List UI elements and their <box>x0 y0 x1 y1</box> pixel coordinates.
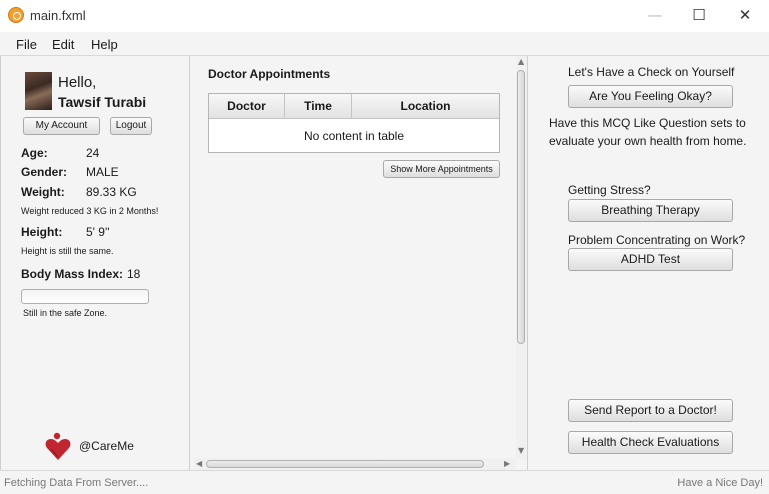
concentration-label: Problem Concentrating on Work? <box>568 233 746 247</box>
height-label: Height: <box>21 225 63 239</box>
checkup-panel: Let's Have a Check on Yourself Are You F… <box>533 56 769 470</box>
status-message: Fetching Data From Server.... <box>4 477 149 489</box>
vertical-scroll-thumb[interactable] <box>517 70 525 344</box>
bmi-label: Body Mass Index: <box>21 267 124 281</box>
status-greeting: Have a Nice Day! <box>677 477 763 489</box>
user-name: Tawsif Turabi <box>58 94 147 110</box>
weight-value: 89.33 KG <box>86 185 137 199</box>
menu-file[interactable]: File <box>16 37 37 52</box>
column-location[interactable]: Location <box>352 94 499 118</box>
horizontal-scrollbar[interactable]: ◀ ▶ <box>194 458 516 470</box>
bmi-note: Still in the safe Zone. <box>23 308 108 318</box>
status-bar: Fetching Data From Server.... Have a Nic… <box>0 470 769 494</box>
weight-note: Weight reduced 3 KG in 2 Months! <box>21 206 159 216</box>
bmi-value: 18 <box>127 267 141 281</box>
checkup-heading: Let's Have a Check on Yourself <box>568 65 735 79</box>
greeting: Hello, <box>58 74 97 91</box>
bmi-progress-bar <box>21 289 149 304</box>
gender-label: Gender: <box>21 165 68 179</box>
stress-label: Getting Stress? <box>568 183 651 197</box>
age-label: Age: <box>21 146 48 160</box>
age-value: 24 <box>86 146 100 160</box>
show-more-appointments-button[interactable]: Show More Appointments <box>383 160 500 178</box>
close-button[interactable]: ✕ <box>722 0 768 30</box>
table-header: Doctor Time Location <box>209 94 499 119</box>
adhd-test-button[interactable]: ADHD Test <box>568 248 733 271</box>
menu-bar: File Edit Help <box>0 32 769 56</box>
menu-help[interactable]: Help <box>91 37 118 52</box>
minimize-button[interactable]: — <box>632 0 678 30</box>
scroll-down-icon[interactable]: ▼ <box>518 446 524 455</box>
window-title: main.fxml <box>30 8 86 23</box>
title-bar: main.fxml — ☐ ✕ <box>0 0 769 32</box>
main-content: Hello, Tawsif Turabi My Account Logout A… <box>0 56 769 470</box>
vertical-scrollbar[interactable]: ▲ ▼ <box>516 56 527 460</box>
weight-label: Weight: <box>21 185 65 199</box>
height-value: 5' 9'' <box>86 225 110 239</box>
appointments-table[interactable]: Doctor Time Location No content in table <box>208 93 500 153</box>
send-report-button[interactable]: Send Report to a Doctor! <box>568 399 733 422</box>
mcq-text-line2: evaluate your own health from home. <box>549 134 747 148</box>
column-time[interactable]: Time <box>285 94 352 118</box>
scroll-up-icon[interactable]: ▲ <box>518 57 524 66</box>
horizontal-scroll-thumb[interactable] <box>206 460 484 468</box>
menu-edit[interactable]: Edit <box>52 37 74 52</box>
gender-value: MALE <box>86 165 119 179</box>
scroll-right-icon[interactable]: ▶ <box>504 459 510 468</box>
profile-panel: Hello, Tawsif Turabi My Account Logout A… <box>0 56 190 470</box>
avatar <box>25 72 52 110</box>
height-note: Height is still the same. <box>21 246 114 256</box>
feeling-okay-button[interactable]: Are You Feeling Okay? <box>568 85 733 108</box>
breathing-therapy-button[interactable]: Breathing Therapy <box>568 199 733 222</box>
logout-button[interactable]: Logout <box>110 117 152 135</box>
table-empty-message: No content in table <box>303 129 405 143</box>
maximize-button[interactable]: ☐ <box>676 0 722 30</box>
scroll-left-icon[interactable]: ◀ <box>196 459 202 468</box>
mcq-text-line1: Have this MCQ Like Question sets to <box>549 116 746 130</box>
heart-logo-icon <box>45 432 71 460</box>
appointments-title: Doctor Appointments <box>208 67 331 81</box>
brand-name: @CareMe <box>79 439 134 453</box>
appointments-panel: Doctor Appointments Doctor Time Location… <box>194 56 528 470</box>
column-doctor[interactable]: Doctor <box>209 94 285 118</box>
app-icon <box>8 7 24 23</box>
health-check-evaluations-button[interactable]: Health Check Evaluations <box>568 431 733 454</box>
my-account-button[interactable]: My Account <box>23 117 100 135</box>
